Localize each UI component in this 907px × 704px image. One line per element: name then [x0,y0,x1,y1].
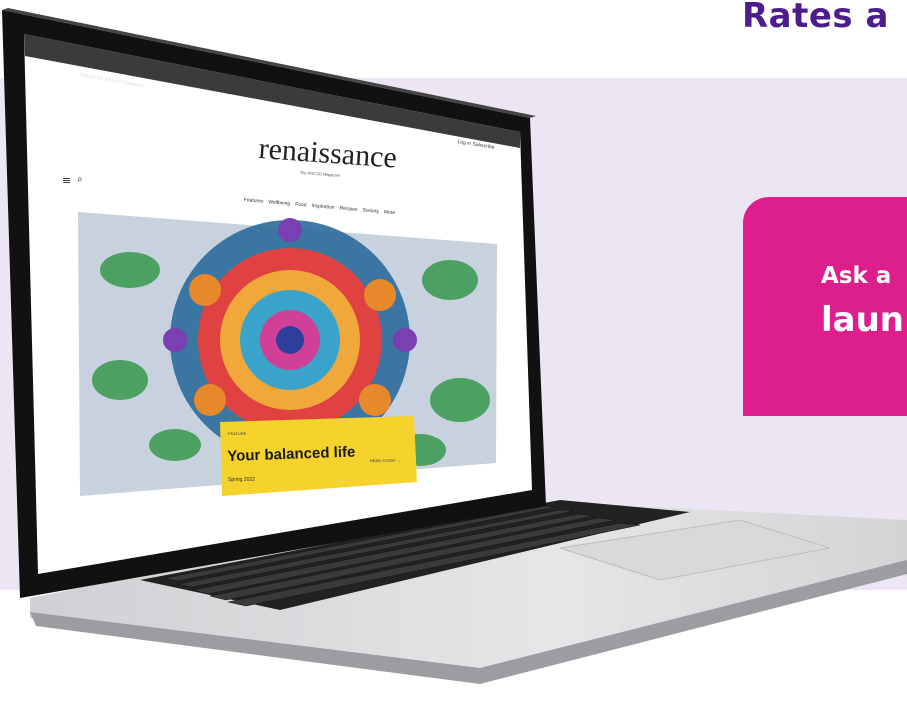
feature-read-more[interactable]: READ STORY → [370,458,401,463]
search-icon[interactable]: ⌕ [77,175,83,185]
nav-item[interactable]: More [384,209,396,216]
laptop-illustration [2,8,907,684]
feature-date: Spring 2022 [228,477,255,483]
nav-item[interactable]: Food [295,201,307,208]
feature-eyebrow: FEATURE [228,431,247,436]
nav-item[interactable]: Society [362,207,379,214]
hamburger-menu-icon[interactable]: ≡ [62,175,71,186]
